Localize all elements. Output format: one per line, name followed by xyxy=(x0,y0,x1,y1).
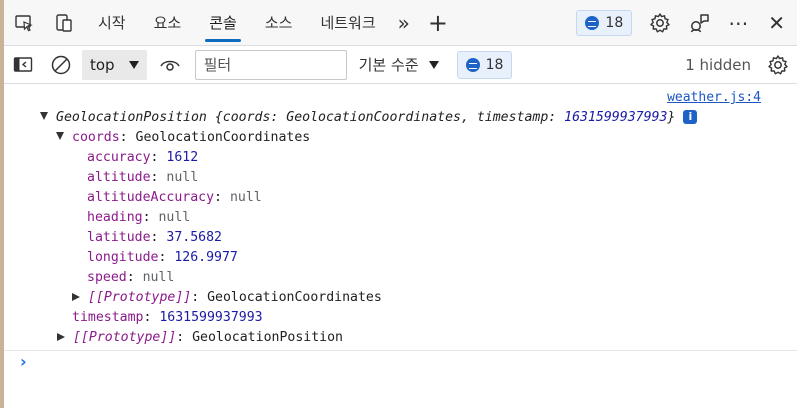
prop-type: GeolocationCoordinates xyxy=(135,130,311,145)
tab-console[interactable]: 콘솔 xyxy=(195,0,251,46)
preview-prefix: {coords: xyxy=(214,110,287,125)
live-expression-eye-icon[interactable] xyxy=(151,46,189,84)
clear-console-icon[interactable] xyxy=(42,46,80,84)
console-settings-gear-icon[interactable] xyxy=(759,46,797,84)
context-selector[interactable]: top xyxy=(82,49,147,80)
prop-value: null xyxy=(158,210,191,225)
position-prototype-row[interactable]: [[Prototype]]: GeolocationPosition xyxy=(57,328,343,348)
console-prompt[interactable]: › xyxy=(20,352,27,371)
coords-row[interactable]: coords: GeolocationCoordinates xyxy=(56,128,310,148)
prop-value: 126.9977 xyxy=(174,250,238,265)
issues-count: 18 xyxy=(605,14,624,31)
prop-key: speed xyxy=(87,270,127,285)
inspect-element-icon[interactable] xyxy=(4,0,44,46)
tab-welcome[interactable]: 시작 xyxy=(84,0,140,46)
expand-arrow-down-icon[interactable] xyxy=(40,112,48,120)
prop-key: latitude xyxy=(87,230,151,245)
prop-row: accuracy: 1612 xyxy=(87,150,199,165)
prop-row: speed: null xyxy=(87,270,175,285)
issues-badge[interactable]: 18 xyxy=(576,9,633,36)
issues-count: 18 xyxy=(485,56,504,73)
log-level-label: 기본 수준 xyxy=(358,56,419,74)
more-tabs-icon[interactable]: » xyxy=(390,0,418,46)
tab-label: 요소 xyxy=(153,14,182,32)
prop-row: altitudeAccuracy: null xyxy=(87,190,262,205)
expand-arrow-right-icon[interactable] xyxy=(72,293,80,301)
prop-key: coords xyxy=(72,130,120,145)
tab-label: 시작 xyxy=(98,14,126,32)
expand-arrow-right-icon[interactable] xyxy=(57,333,65,341)
hidden-messages-count[interactable]: 1 hidden xyxy=(685,56,751,74)
divider xyxy=(4,350,797,351)
prop-value: null xyxy=(229,190,262,205)
device-emulation-icon[interactable] xyxy=(44,0,84,46)
close-icon[interactable]: ✕ xyxy=(756,0,797,46)
prop-key: altitude xyxy=(87,170,151,185)
prop-row: latitude: 37.5682 xyxy=(87,230,222,245)
issues-badge-toolbar[interactable]: 18 xyxy=(456,50,513,79)
prop-key: [[Prototype]] xyxy=(73,330,177,345)
prop-type: GeolocationPosition xyxy=(192,330,343,345)
tab-label: 콘솔 xyxy=(209,14,237,32)
message-icon xyxy=(585,15,600,30)
add-tool-icon[interactable]: + xyxy=(418,0,458,46)
tab-sources[interactable]: 소스 xyxy=(251,0,307,46)
prop-key: longitude xyxy=(87,250,159,265)
devtools-tabbar: 시작 요소 콘솔 소스 네트워크 » + 18 ⋯ ✕ xyxy=(4,0,797,46)
console-toolbar: top 기본 수준 18 1 hidden xyxy=(4,46,797,84)
prop-row: longitude: 126.9977 xyxy=(87,250,238,265)
chevron-down-icon xyxy=(128,60,139,69)
prop-key: altitudeAccuracy xyxy=(87,190,215,205)
feedback-icon[interactable] xyxy=(680,0,720,46)
prop-row: heading: null xyxy=(87,210,191,225)
prop-key: heading xyxy=(87,210,143,225)
settings-gear-icon[interactable] xyxy=(640,0,680,46)
prop-key: [[Prototype]] xyxy=(88,290,192,305)
prop-row: altitude: null xyxy=(87,170,199,185)
message-icon xyxy=(465,57,480,72)
coords-prototype-row[interactable]: [[Prototype]]: GeolocationCoordinates xyxy=(72,288,382,308)
context-label: top xyxy=(90,55,115,74)
console-output: weather.js:4 GeolocationPosition {coords… xyxy=(4,84,797,408)
source-link[interactable]: weather.js:4 xyxy=(667,90,761,105)
prop-value: 1612 xyxy=(166,150,199,165)
prop-value: null xyxy=(166,170,199,185)
tab-network[interactable]: 네트워크 xyxy=(306,0,389,46)
object-type: GeolocationPosition xyxy=(56,110,207,125)
tab-label: 네트워크 xyxy=(320,14,376,32)
preview-mid: , timestamp: xyxy=(460,110,565,125)
prop-value: 37.5682 xyxy=(166,230,222,245)
prop-value: 1631599937993 xyxy=(159,310,263,325)
preview-timestamp: 1631599937993 xyxy=(564,110,668,125)
log-summary-row[interactable]: GeolocationPosition {coords: Geolocation… xyxy=(40,108,698,128)
tab-elements[interactable]: 요소 xyxy=(140,0,196,46)
timestamp-row: timestamp: 1631599937993 xyxy=(72,310,263,325)
preview-coords: GeolocationCoordinates xyxy=(286,110,461,125)
prop-key: timestamp xyxy=(72,310,144,325)
prop-type: GeolocationCoordinates xyxy=(207,290,382,305)
expand-arrow-down-icon[interactable] xyxy=(56,132,64,140)
tab-label: 소스 xyxy=(264,14,293,32)
preview-suffix: } xyxy=(667,110,676,125)
sidebar-toggle-icon[interactable] xyxy=(4,46,42,84)
chevron-down-icon xyxy=(428,60,439,69)
info-icon[interactable]: i xyxy=(683,110,698,124)
log-level-dropdown[interactable]: 기본 수준 xyxy=(359,54,439,75)
prop-value: null xyxy=(142,270,175,285)
prop-key: accuracy xyxy=(87,150,151,165)
more-options-icon[interactable]: ⋯ xyxy=(720,0,756,46)
filter-input[interactable] xyxy=(194,49,347,80)
